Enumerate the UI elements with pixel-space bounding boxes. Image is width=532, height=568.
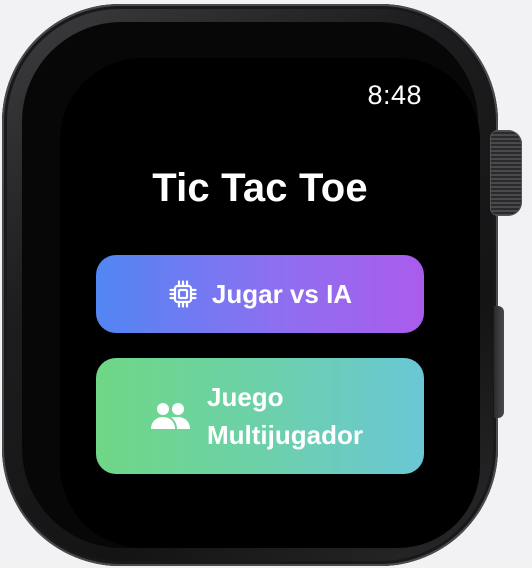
multiplayer-button[interactable]: Juego Multijugador: [96, 358, 424, 474]
cpu-chip-icon: [168, 279, 198, 309]
two-people-icon: [149, 401, 191, 431]
multiplayer-label-line1: Juego: [207, 382, 284, 412]
status-time: 8:48: [367, 80, 422, 110]
page-title: Tic Tac Toe: [152, 166, 368, 210]
multiplayer-label: Juego Multijugador: [207, 378, 363, 454]
digital-crown[interactable]: [490, 130, 522, 216]
side-button[interactable]: [494, 306, 504, 418]
play-vs-ai-button[interactable]: Jugar vs IA: [96, 255, 424, 333]
multiplayer-label-line2: Multijugador: [207, 420, 363, 450]
play-vs-ai-label: Jugar vs IA: [211, 279, 353, 309]
watch-stage: 8:48 Tic Tac Toe Jugar vs IA Juego Multi…: [0, 0, 532, 568]
